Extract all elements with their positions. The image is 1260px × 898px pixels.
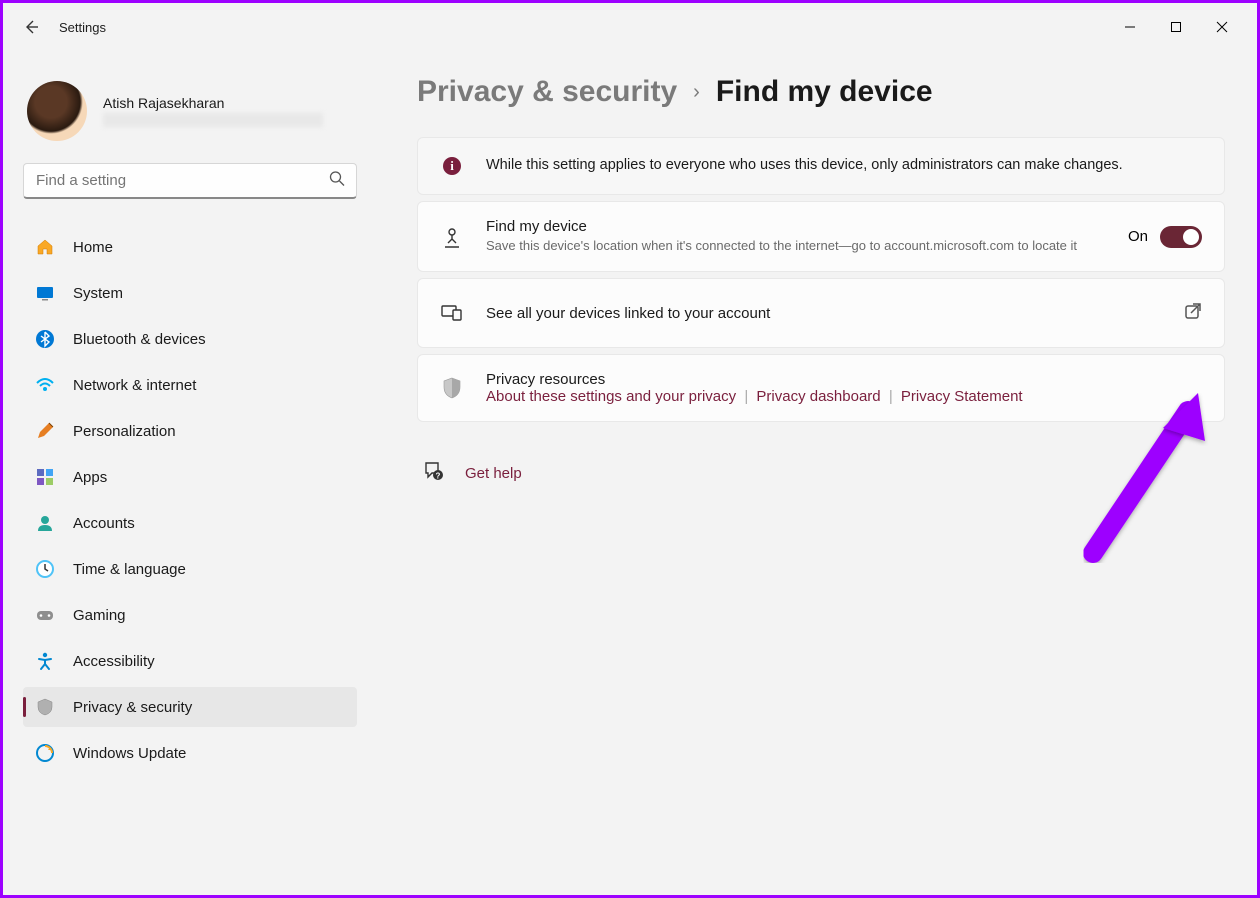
external-link-icon <box>1184 302 1202 325</box>
sidebar-item-time-language[interactable]: Time & language <box>23 549 357 589</box>
find-device-title: Find my device <box>486 218 1106 235</box>
window-title: Settings <box>59 20 106 35</box>
accounts-icon <box>35 513 55 533</box>
network-icon <box>35 375 55 395</box>
system-icon <box>35 283 55 303</box>
nav-label: Windows Update <box>73 745 186 762</box>
privacy-resources-title: Privacy resources <box>486 371 1202 388</box>
sidebar-item-apps[interactable]: Apps <box>23 457 357 497</box>
toggle-state-label: On <box>1128 228 1148 245</box>
info-icon: i <box>440 154 464 178</box>
nav-label: Gaming <box>73 607 126 624</box>
location-icon <box>440 225 464 249</box>
sidebar-item-gaming[interactable]: Gaming <box>23 595 357 635</box>
nav-label: Bluetooth & devices <box>73 331 206 348</box>
back-button[interactable] <box>15 11 47 43</box>
chevron-right-icon: › <box>693 81 700 104</box>
window-controls <box>1107 11 1245 43</box>
svg-text:i: i <box>450 158 454 173</box>
user-profile[interactable]: Atish Rajasekharan <box>23 51 357 163</box>
nav-label: Personalization <box>73 423 176 440</box>
help-icon: ? <box>423 460 445 487</box>
breadcrumb: Privacy & security › Find my device <box>417 75 1225 109</box>
sidebar-item-system[interactable]: System <box>23 273 357 313</box>
shield-icon <box>440 376 464 400</box>
home-icon <box>35 237 55 257</box>
sidebar-item-bluetooth[interactable]: Bluetooth & devices <box>23 319 357 359</box>
apps-icon <box>35 467 55 487</box>
linked-devices-card[interactable]: See all your devices linked to your acco… <box>417 278 1225 348</box>
sidebar-item-network[interactable]: Network & internet <box>23 365 357 405</box>
search-input[interactable] <box>23 163 357 199</box>
gaming-icon <box>35 605 55 625</box>
find-device-subtitle: Save this device's location when it's co… <box>486 237 1106 255</box>
maximize-button[interactable] <box>1153 11 1199 43</box>
close-button[interactable] <box>1199 11 1245 43</box>
svg-text:?: ? <box>436 472 441 481</box>
privacy-link-about[interactable]: About these settings and your privacy <box>486 388 736 405</box>
personalization-icon <box>35 421 55 441</box>
linked-devices-label: See all your devices linked to your acco… <box>486 305 1162 322</box>
breadcrumb-parent[interactable]: Privacy & security <box>417 75 677 109</box>
maximize-icon <box>1170 21 1182 33</box>
privacy-link-statement[interactable]: Privacy Statement <box>901 388 1023 405</box>
sidebar-item-accounts[interactable]: Accounts <box>23 503 357 543</box>
find-my-device-card: Find my device Save this device's locati… <box>417 201 1225 272</box>
search-container <box>23 163 357 199</box>
info-banner: i While this setting applies to everyone… <box>417 137 1225 195</box>
get-help-link[interactable]: Get help <box>465 465 522 482</box>
nav-label: Privacy & security <box>73 699 192 716</box>
sidebar: Atish Rajasekharan Home System Bluetooth… <box>3 51 377 895</box>
get-help: ? Get help <box>417 460 1225 487</box>
privacy-link-dashboard[interactable]: Privacy dashboard <box>756 388 880 405</box>
avatar <box>27 81 87 141</box>
sidebar-item-home[interactable]: Home <box>23 227 357 267</box>
privacy-links: About these settings and your privacy | … <box>486 388 1202 405</box>
sidebar-item-windows-update[interactable]: Windows Update <box>23 733 357 773</box>
minimize-button[interactable] <box>1107 11 1153 43</box>
user-name: Atish Rajasekharan <box>103 95 323 111</box>
main-content: Privacy & security › Find my device i Wh… <box>377 51 1257 895</box>
update-icon <box>35 743 55 763</box>
toggle-container: On <box>1128 226 1202 248</box>
nav-label: Time & language <box>73 561 186 578</box>
bluetooth-icon <box>35 329 55 349</box>
devices-icon <box>440 301 464 325</box>
nav-label: Apps <box>73 469 107 486</box>
sidebar-item-personalization[interactable]: Personalization <box>23 411 357 451</box>
accessibility-icon <box>35 651 55 671</box>
close-icon <box>1216 21 1228 33</box>
page-title: Find my device <box>716 75 933 109</box>
info-text: While this setting applies to everyone w… <box>486 155 1202 177</box>
find-device-toggle[interactable] <box>1160 226 1202 248</box>
titlebar: Settings <box>3 3 1257 51</box>
nav-label: Network & internet <box>73 377 196 394</box>
shield-icon <box>35 697 55 717</box>
search-icon <box>329 171 345 192</box>
user-email <box>103 113 323 127</box>
nav-label: Accounts <box>73 515 135 532</box>
nav-label: Accessibility <box>73 653 155 670</box>
privacy-resources-card: Privacy resources About these settings a… <box>417 354 1225 422</box>
minimize-icon <box>1124 21 1136 33</box>
time-language-icon <box>35 559 55 579</box>
sidebar-item-accessibility[interactable]: Accessibility <box>23 641 357 681</box>
back-arrow-icon <box>23 19 39 35</box>
nav-list: Home System Bluetooth & devices Network … <box>23 227 357 773</box>
nav-label: System <box>73 285 123 302</box>
nav-label: Home <box>73 239 113 256</box>
sidebar-item-privacy-security[interactable]: Privacy & security <box>23 687 357 727</box>
